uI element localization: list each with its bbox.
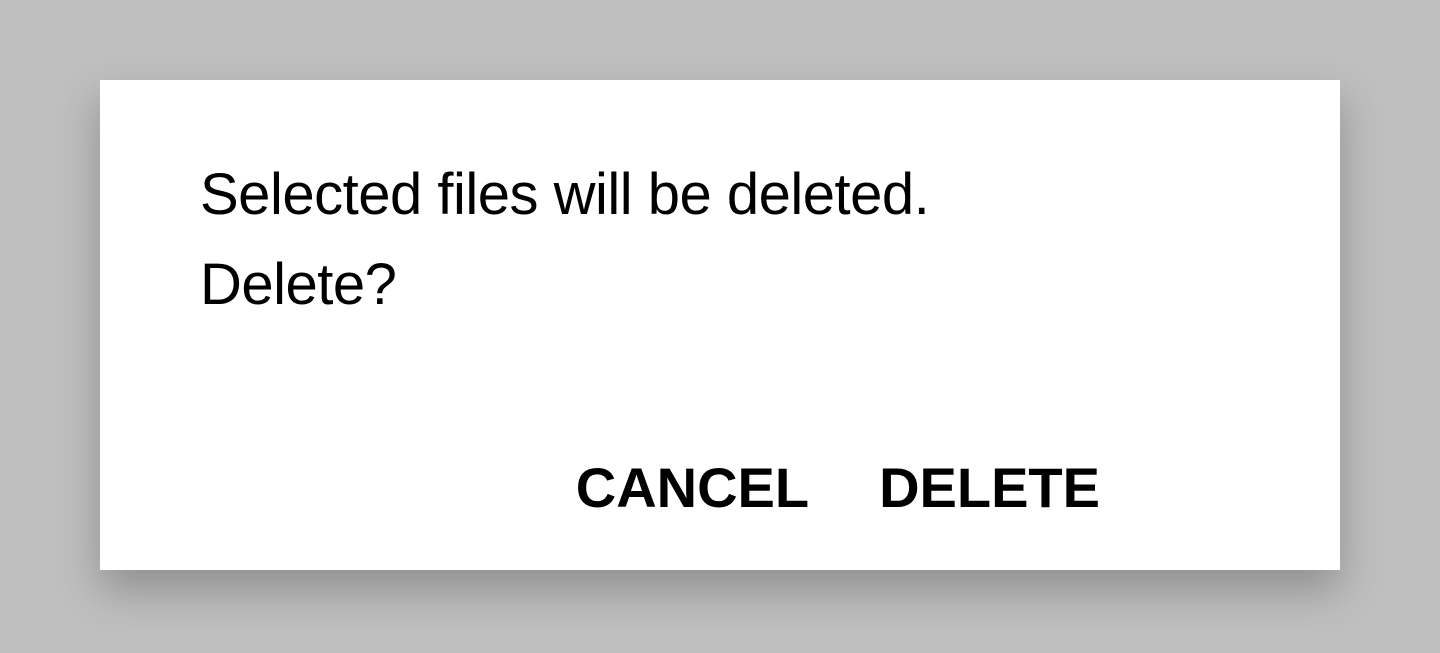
delete-confirmation-dialog: Selected files will be deleted. Delete? … bbox=[100, 80, 1340, 570]
dialog-message: Selected files will be deleted. Delete? bbox=[200, 150, 1240, 330]
dialog-button-row: CANCEL DELETE bbox=[200, 455, 1240, 520]
cancel-button[interactable]: CANCEL bbox=[576, 455, 809, 520]
delete-button[interactable]: DELETE bbox=[879, 455, 1100, 520]
